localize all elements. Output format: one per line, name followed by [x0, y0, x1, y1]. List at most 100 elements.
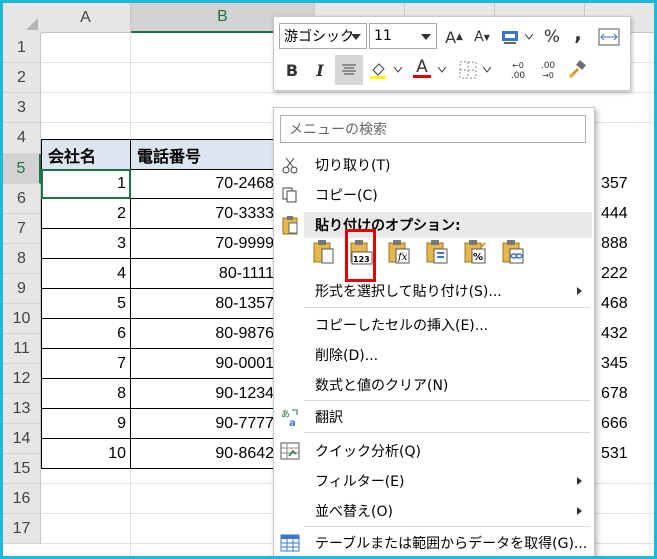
row-header[interactable]: 15 [3, 454, 41, 484]
borders-icon [459, 61, 477, 79]
table-cell[interactable]: 6 [41, 319, 131, 349]
select-all-corner[interactable] [3, 3, 42, 34]
menu-item-translate[interactable]: あa 翻訳 [274, 402, 594, 432]
menu-item-translate-label: 翻訳 [315, 410, 343, 426]
menu-separator [304, 526, 590, 527]
partial-cell[interactable]: 678 [601, 379, 651, 409]
font-color-button[interactable]: A [410, 55, 434, 81]
partial-cell[interactable]: 468 [601, 289, 651, 319]
table-cell[interactable]: 10 [41, 439, 131, 469]
format-painter-icon [568, 60, 586, 79]
menu-item-quick-analysis-label: クイック分析(Q) [315, 444, 421, 460]
row-header[interactable]: 16 [3, 484, 41, 514]
accounting-format-button[interactable] [498, 25, 522, 49]
font-size-box[interactable]: 11 [369, 23, 437, 49]
context-menu: メニューの検索 切り取り(T) コピー(C) 貼り付けのオプション: 123 f… [273, 107, 595, 556]
menu-item-clear[interactable]: 数式と値のクリア(N) [274, 370, 594, 400]
borders-dropdown[interactable] [481, 57, 493, 83]
row-header[interactable]: 10 [3, 304, 41, 334]
fill-color-button[interactable] [366, 57, 390, 83]
paste-option-link[interactable] [500, 238, 526, 266]
table-cell[interactable]: 7 [41, 349, 131, 379]
row-header[interactable]: 11 [3, 334, 41, 364]
table-cell[interactable]: 5 [41, 289, 131, 319]
shrink-font-button[interactable]: A ▼ [470, 25, 494, 49]
percent-style-button[interactable]: % [540, 25, 564, 49]
row-header[interactable]: 17 [3, 514, 41, 544]
paste-option-keep-format[interactable]: % [462, 238, 488, 266]
table-cell[interactable]: 8 [41, 379, 131, 409]
italic-button[interactable]: I [308, 57, 332, 83]
align-center-button[interactable] [335, 55, 363, 85]
row-header[interactable]: 2 [3, 63, 41, 93]
partial-cell[interactable]: 432 [601, 319, 651, 349]
menu-item-cut[interactable]: 切り取り(T) [274, 150, 594, 180]
partial-cell[interactable]: 357 [601, 169, 651, 199]
menu-search-input[interactable]: メニューの検索 [280, 115, 586, 143]
increase-decimal-label: .00 [510, 71, 526, 81]
table-header-company[interactable]: 会社名 [41, 139, 131, 170]
menu-item-paste-special[interactable]: 形式を選択して貼り付け(S)... [274, 276, 594, 306]
wrap-text-icon [598, 28, 620, 46]
partial-cell[interactable]: 222 [601, 259, 651, 289]
quick-analysis-icon [280, 441, 300, 461]
menu-item-get-data[interactable]: テーブルまたは範囲からデータを取得(G)... [274, 528, 594, 556]
row-header[interactable]: 4 [3, 123, 41, 154]
font-color-dropdown[interactable] [436, 57, 448, 83]
menu-separator [304, 432, 590, 433]
grow-font-button[interactable]: A ▲ [442, 25, 466, 49]
paste-option-formulas[interactable]: fx [386, 238, 412, 266]
decrease-decimal-button[interactable]: .00 →0 [534, 57, 562, 85]
paste-option-formulas-format[interactable] [424, 238, 450, 266]
bold-button[interactable]: B [280, 57, 304, 83]
increase-decimal-button[interactable]: ←0.00 [504, 57, 532, 85]
row-header[interactable]: 12 [3, 364, 41, 394]
row-header[interactable]: 8 [3, 244, 41, 274]
table-cell[interactable]: 9 [41, 409, 131, 439]
font-name-value: 游ゴシック [284, 29, 354, 45]
menu-item-copy-label: コピー(C) [315, 188, 378, 204]
fill-color-dropdown[interactable] [392, 57, 404, 83]
menu-item-filter[interactable]: フィルター(E) [274, 466, 594, 496]
paste-option-paste[interactable] [311, 238, 337, 266]
row-header[interactable]: 14 [3, 424, 41, 454]
menu-item-quick-analysis[interactable]: クイック分析(Q) [274, 436, 594, 466]
column-header-a[interactable]: A [41, 3, 131, 33]
menu-item-insert-copied[interactable]: コピーしたセルの挿入(E)... [274, 310, 594, 340]
row-header-selected[interactable]: 5 [3, 154, 41, 184]
borders-button[interactable] [456, 57, 480, 83]
partial-cell[interactable]: 531 [601, 439, 651, 469]
table-cell[interactable]: 3 [41, 229, 131, 259]
clipboard-icon [280, 215, 300, 235]
font-size-value: 11 [374, 28, 392, 44]
wrap-text-button[interactable] [596, 25, 622, 49]
caret-down-icon: ▼ [483, 32, 490, 42]
partial-cell[interactable]: 666 [601, 409, 651, 439]
menu-item-clear-label: 数式と値のクリア(N) [315, 378, 449, 394]
svg-text:a: a [289, 418, 296, 427]
partial-cell[interactable]: 444 [601, 199, 651, 229]
row-header[interactable]: 13 [3, 394, 41, 424]
format-painter-button[interactable] [564, 57, 590, 83]
table-cell[interactable]: 4 [41, 259, 131, 289]
translate-icon: あa [280, 407, 300, 427]
row-header[interactable]: 7 [3, 214, 41, 244]
caret-up-icon: ▲ [456, 32, 463, 42]
copy-icon [280, 185, 300, 205]
row-header[interactable]: 1 [3, 33, 41, 63]
comma-style-button[interactable]: , [568, 21, 588, 45]
menu-item-sort[interactable]: 並べ替え(O) [274, 496, 594, 526]
partial-cell[interactable]: 888 [601, 229, 651, 259]
row-header[interactable]: 9 [3, 274, 41, 304]
row-header[interactable]: 6 [3, 184, 41, 214]
table-cell[interactable]: 2 [41, 199, 131, 229]
paste-options-label: 貼り付けのオプション: [315, 218, 461, 234]
menu-item-delete[interactable]: 削除(D)... [274, 340, 594, 370]
scissors-icon [280, 155, 300, 175]
menu-item-copy[interactable]: コピー(C) [274, 180, 594, 210]
paste-formulas-icon: fx [388, 240, 410, 264]
font-name-box[interactable]: 游ゴシック [279, 23, 367, 49]
partial-cell[interactable]: 345 [601, 349, 651, 379]
row-header[interactable]: 3 [3, 93, 41, 123]
accounting-dropdown[interactable] [523, 25, 535, 49]
